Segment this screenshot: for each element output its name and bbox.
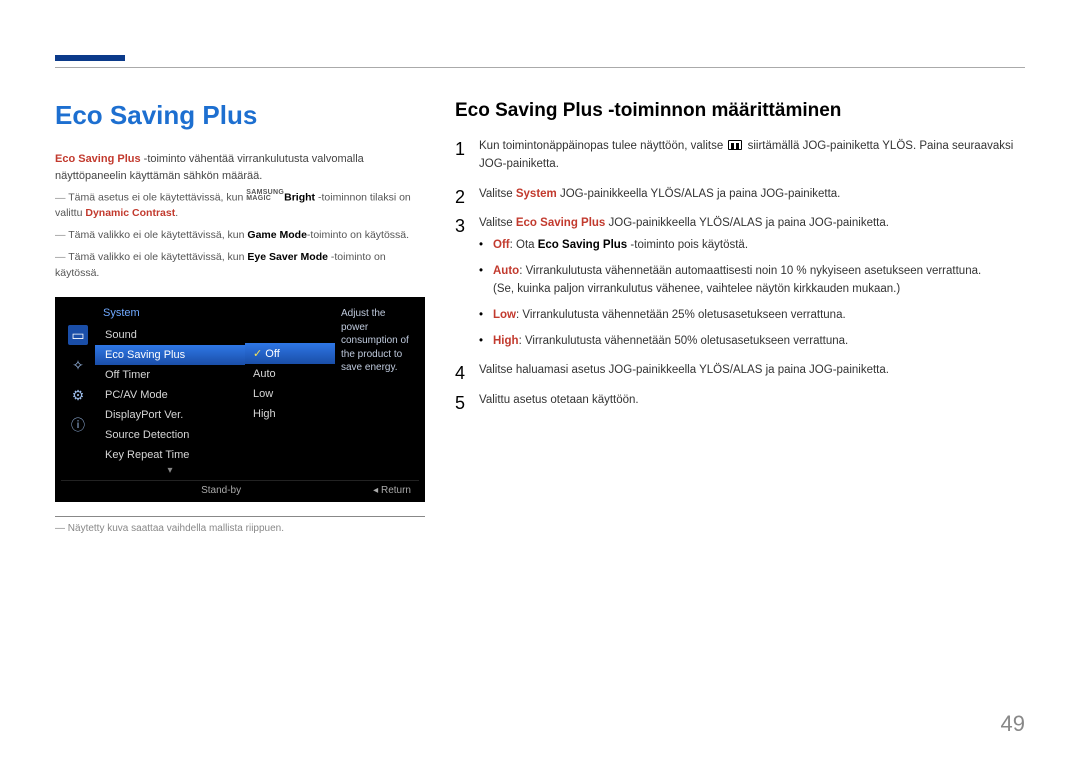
osd-menu: ▭ ✧ ⚙ ⓘ System Sound Eco Saving Plus Off… <box>55 297 425 502</box>
osd-header: System <box>95 303 245 325</box>
osd-item: Source Detection <box>95 425 245 445</box>
bullet-low: Low: Virrankulutusta vähennetään 25% ole… <box>479 307 1025 325</box>
note-2: Tämä valikko ei ole käytettävissä, kun G… <box>55 228 425 244</box>
osd-icon-rail: ▭ ✧ ⚙ ⓘ <box>61 303 95 476</box>
step-5: Valittu asetus otetaan käyttöön. <box>455 392 1025 410</box>
bullet-auto: Auto: Virrankulutusta vähennetään automa… <box>479 263 1025 299</box>
menu-icon <box>728 140 742 150</box>
step-3: Valitse Eco Saving Plus JOG-painikkeella… <box>455 215 1025 350</box>
osd-footer: Stand-by Return <box>61 480 419 498</box>
osd-sub-item: Auto <box>245 364 335 384</box>
accent-bar <box>55 55 125 61</box>
step-1: Kun toimintonäppäinopas tulee näyttöön, … <box>455 138 1025 174</box>
osd-item: DisplayPort Ver. <box>95 405 245 425</box>
osd-footer-left: Stand-by <box>201 485 241 496</box>
footnote: Näytetty kuva saattaa vaihdella mallista… <box>55 523 425 534</box>
osd-sub-list: Off Auto Low High <box>245 303 335 476</box>
bullet-off: Off: Ota Eco Saving Plus -toiminto pois … <box>479 237 1025 255</box>
target-icon: ✧ <box>68 355 88 375</box>
osd-item: Key Repeat Time <box>95 445 245 465</box>
intro-red: Eco Saving Plus <box>55 153 141 165</box>
note-3: Tämä valikko ei ole käytettävissä, kun E… <box>55 250 425 282</box>
right-column: Eco Saving Plus -toiminnon määrittäminen… <box>455 100 1025 534</box>
osd-sub-selected: Off <box>245 343 335 364</box>
osd-footer-return: Return <box>373 485 411 496</box>
monitor-icon: ▭ <box>68 325 88 345</box>
page-number: 49 <box>1001 711 1025 737</box>
osd-item: Sound <box>95 325 245 345</box>
step-2: Valitse System JOG-painikkeella YLÖS/ALA… <box>455 186 1025 204</box>
osd-item-selected: Eco Saving Plus <box>95 345 245 365</box>
option-bullets: Off: Ota Eco Saving Plus -toiminto pois … <box>479 237 1025 350</box>
left-column: Eco Saving Plus Eco Saving Plus -toimint… <box>55 100 425 534</box>
osd-item: PC/AV Mode <box>95 385 245 405</box>
note-1: Tämä asetus ei ole käytettävissä, kun SA… <box>55 190 425 222</box>
scroll-down-arrow-icon: ▾ <box>95 465 245 476</box>
manual-page: Eco Saving Plus Eco Saving Plus -toimint… <box>0 0 1080 534</box>
bullet-high: High: Virrankulutusta vähennetään 50% ol… <box>479 333 1025 351</box>
subsection-title: Eco Saving Plus -toiminnon määrittäminen <box>455 100 1025 122</box>
osd-main-list: System Sound Eco Saving Plus Off Timer P… <box>95 303 245 476</box>
osd-sub-item: Low <box>245 384 335 404</box>
section-title: Eco Saving Plus <box>55 100 425 131</box>
info-icon: ⓘ <box>68 415 88 435</box>
osd-description: Adjust the power consumption of the prod… <box>335 303 419 476</box>
step-list: Kun toimintonäppäinopas tulee näyttöön, … <box>455 138 1025 410</box>
top-rule <box>55 67 1025 68</box>
step-4: Valitse haluamasi asetus JOG-painikkeell… <box>455 362 1025 380</box>
samsung-magic-bright-logo: SAMSUNGMAGIC <box>246 190 284 201</box>
gear-icon: ⚙ <box>68 385 88 405</box>
osd-sub-item: High <box>245 404 335 424</box>
intro-text: Eco Saving Plus -toiminto vähentää virra… <box>55 151 425 184</box>
footnote-rule <box>55 516 425 517</box>
osd-item: Off Timer <box>95 365 245 385</box>
